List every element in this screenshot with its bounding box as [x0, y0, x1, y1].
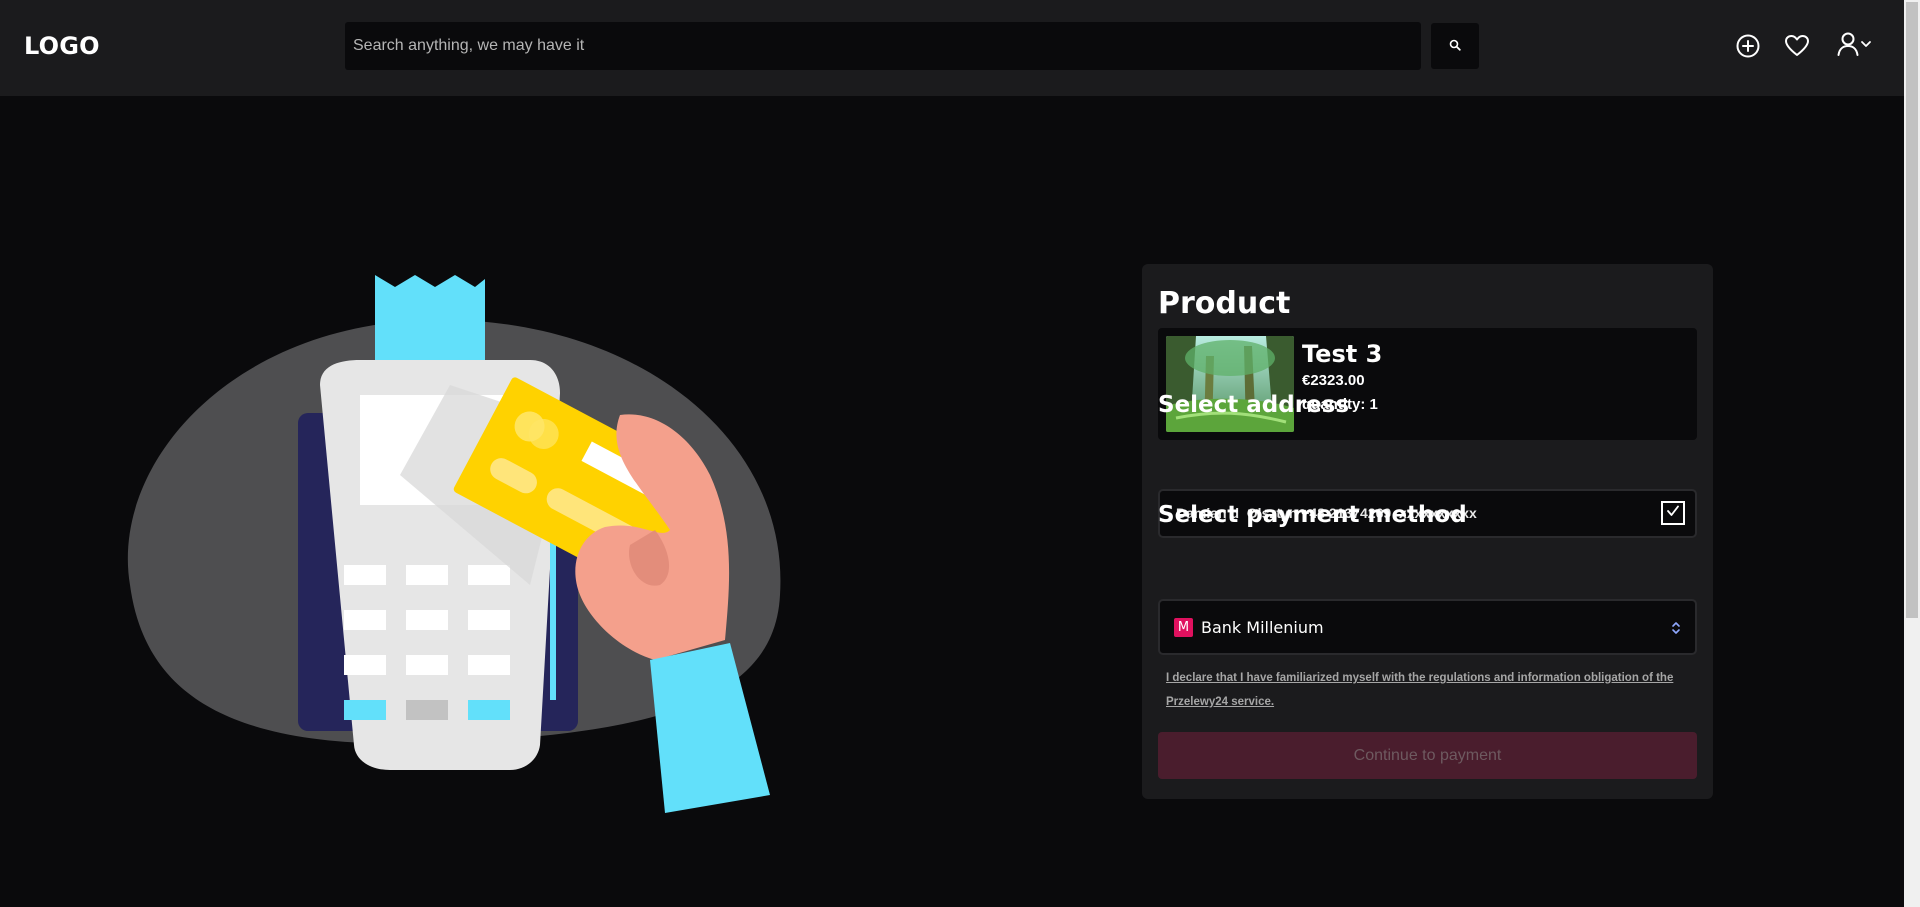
page-title: Product: [1158, 286, 1291, 321]
checkmark-icon: [1665, 503, 1681, 524]
top-header: LOGO: [0, 0, 1904, 96]
search-button[interactable]: [1431, 23, 1479, 69]
user-icon: [1836, 31, 1860, 62]
address-section-title: Select address: [1158, 392, 1350, 418]
address-checkbox[interactable]: [1661, 501, 1685, 525]
bank-millenium-icon: M: [1174, 618, 1193, 637]
product-summary: Test 3 €2323.00 quantity: 1: [1158, 328, 1697, 440]
payment-terminal-illustration: [127, 275, 781, 813]
search-input[interactable]: [345, 22, 1421, 70]
select-arrows-icon: [1669, 619, 1683, 637]
selected-bank: Bank Millenium: [1201, 618, 1324, 637]
continue-to-payment-button[interactable]: Continue to payment: [1158, 732, 1697, 779]
add-circle-icon[interactable]: [1734, 32, 1762, 60]
payment-section-title: Select payment method: [1158, 502, 1467, 528]
logo[interactable]: LOGO: [24, 32, 100, 60]
user-menu-button[interactable]: [1832, 32, 1876, 60]
regulations-declaration-link[interactable]: I declare that I have familiarized mysel…: [1166, 666, 1686, 714]
product-price: €2323.00: [1302, 372, 1365, 389]
checkout-card: Product Test 3 €2323.00 quantity: 1 Sele…: [1142, 264, 1713, 799]
payment-method-select[interactable]: M Bank Millenium: [1158, 599, 1697, 655]
product-name: Test 3: [1302, 340, 1383, 368]
heart-icon[interactable]: [1783, 32, 1811, 60]
search-icon: [1449, 39, 1461, 54]
chevron-down-icon: [1860, 37, 1872, 55]
scrollbar-thumb[interactable]: [1906, 2, 1918, 618]
